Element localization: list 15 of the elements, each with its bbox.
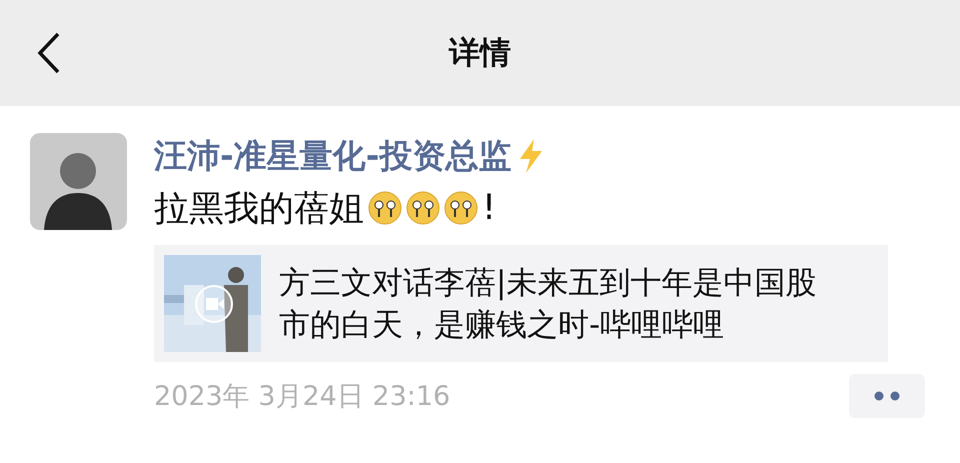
post-text: 拉黑我的蓓姐 — [154, 188, 364, 230]
video-icon — [194, 284, 234, 324]
emoji-face-icon — [406, 191, 440, 225]
more-button[interactable] — [849, 374, 925, 418]
post-text-end: ! — [482, 188, 496, 228]
link-card[interactable]: 方三文对话李蓓|未来五到十年是中国股市的白天，是赚钱之时-哔哩哔哩 — [154, 245, 888, 362]
link-title: 方三文对话李蓓|未来五到十年是中国股市的白天，是赚钱之时-哔哩哔哩 — [279, 264, 818, 344]
emoji-face-icon — [444, 191, 478, 225]
emoji-face-icon — [368, 191, 402, 225]
author-name[interactable]: 汪沛-准星量化-投资总监 — [154, 134, 512, 178]
post-time: 2023年 3月24日 23:16 — [154, 380, 450, 414]
more-icon — [872, 390, 902, 402]
page-title: 详情 — [449, 34, 511, 73]
back-icon — [36, 31, 62, 75]
back-button[interactable] — [36, 31, 62, 75]
